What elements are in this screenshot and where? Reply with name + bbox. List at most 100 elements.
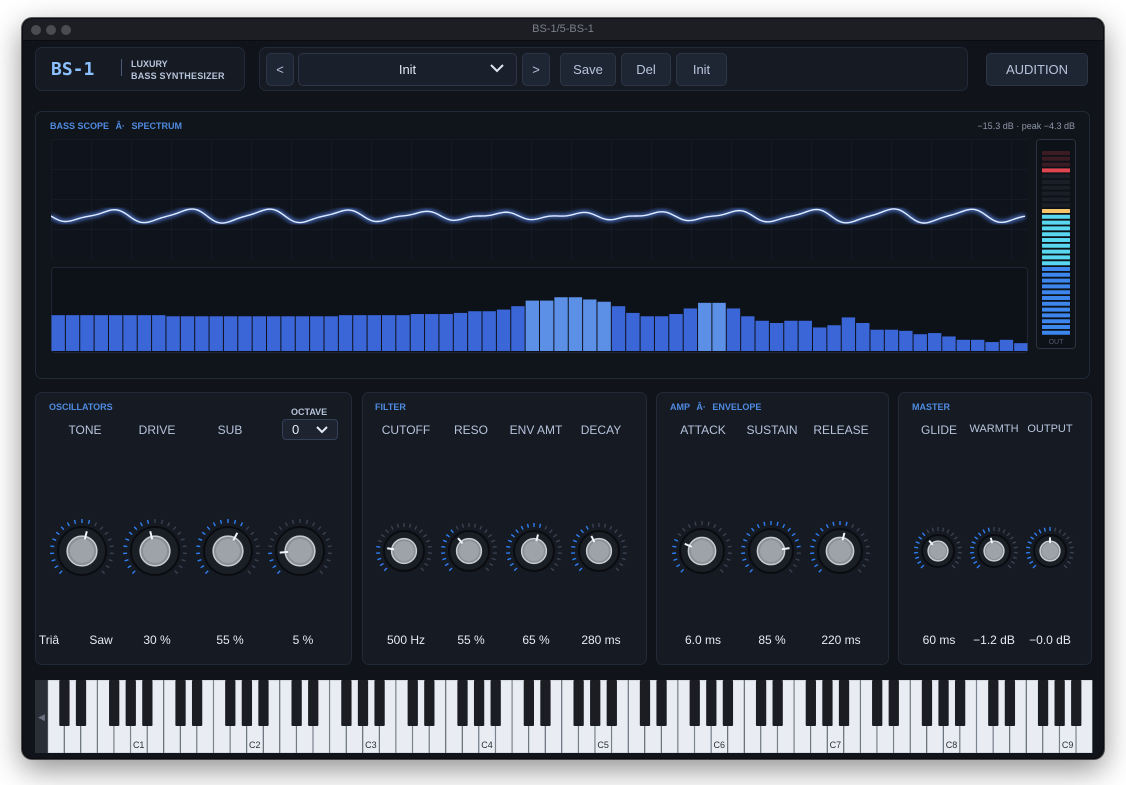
octave-key-label: C7: [830, 740, 842, 750]
black-key[interactable]: [59, 680, 70, 726]
black-key[interactable]: [1004, 680, 1016, 726]
octave-key-label: C9: [1062, 740, 1074, 750]
black-key[interactable]: [772, 680, 783, 726]
output-knob[interactable]: [1026, 527, 1074, 569]
decay-value: 280 ms: [581, 633, 621, 647]
meter-cell: [1042, 313, 1070, 318]
spectrum-bar: [568, 297, 583, 351]
spectrum-bar: [338, 315, 353, 351]
env-amt-knob[interactable]: [506, 523, 562, 572]
spectrum-bar: [51, 315, 65, 351]
meter-cell: [1042, 330, 1070, 335]
black-key[interactable]: [424, 680, 435, 726]
audition-button[interactable]: AUDITION: [986, 53, 1088, 86]
black-key[interactable]: [341, 680, 352, 726]
black-key[interactable]: [838, 680, 850, 726]
black-key[interactable]: [125, 680, 136, 726]
meter-cell: [1042, 267, 1070, 271]
black-key[interactable]: [241, 680, 253, 726]
octave-dropdown[interactable]: 0: [282, 419, 338, 440]
black-key[interactable]: [258, 680, 269, 726]
spectrum-bar: [640, 316, 654, 351]
black-key[interactable]: [308, 680, 319, 726]
black-key[interactable]: [938, 680, 949, 726]
black-key[interactable]: [706, 680, 717, 726]
black-key[interactable]: [75, 680, 87, 726]
spectrum-bar: [654, 316, 669, 351]
sustain-knob[interactable]: [741, 521, 801, 574]
black-key[interactable]: [590, 680, 601, 726]
spectrum-bar: [927, 333, 942, 351]
glide-knob[interactable]: [914, 527, 962, 569]
black-key[interactable]: [722, 680, 734, 726]
piano-keyboard[interactable]: ◀ C1 C2 C3 C4 C5 C6 C7 C8 C9: [35, 680, 1093, 753]
meter-cell: [1042, 238, 1070, 242]
black-key[interactable]: [490, 680, 501, 726]
black-key[interactable]: [755, 680, 767, 726]
black-key[interactable]: [142, 680, 153, 726]
title-bar: BS-1/5-BS-1: [23, 19, 1103, 41]
meter-cell: [1042, 162, 1070, 167]
black-key[interactable]: [872, 680, 883, 726]
spectrum-bar: [583, 299, 597, 351]
spectrum-bar: [425, 314, 439, 351]
attack-value: 6.0 ms: [684, 633, 721, 647]
next-preset-button[interactable]: >: [522, 53, 550, 86]
release-knob[interactable]: [810, 521, 870, 574]
master-title: MASTER: [912, 402, 950, 412]
save-button[interactable]: Save: [560, 53, 616, 86]
warmth-knob[interactable]: [970, 527, 1018, 569]
black-key[interactable]: [473, 680, 485, 726]
black-key[interactable]: [1054, 680, 1065, 726]
spectrum-bar: [137, 315, 152, 351]
attack-knob[interactable]: [672, 521, 732, 574]
black-key[interactable]: [291, 680, 302, 726]
black-key[interactable]: [988, 680, 999, 726]
black-key[interactable]: [639, 680, 651, 726]
reso-knob[interactable]: [441, 523, 497, 572]
black-key[interactable]: [407, 680, 418, 726]
spectrum-bar: [870, 329, 884, 351]
tone-value-a: Triâ: [38, 633, 60, 647]
delete-button[interactable]: Del: [621, 53, 671, 86]
meter-cell: [1042, 197, 1070, 202]
sub-knob[interactable]: [196, 519, 260, 576]
prev-preset-button[interactable]: <: [266, 53, 294, 86]
spectrum-bar: [971, 339, 985, 351]
sub-label: SUB: [217, 423, 243, 437]
preset-dropdown[interactable]: Init: [298, 53, 517, 86]
black-key[interactable]: [921, 680, 933, 726]
spectrum-bar: [683, 308, 698, 351]
black-key[interactable]: [374, 680, 385, 726]
black-key[interactable]: [822, 680, 833, 726]
osc4-knob[interactable]: [268, 519, 332, 576]
spectrum-bar: [827, 325, 841, 351]
cutoff-knob[interactable]: [376, 523, 432, 572]
black-key[interactable]: [606, 680, 617, 726]
black-key[interactable]: [954, 680, 966, 726]
black-key[interactable]: [191, 680, 203, 726]
black-key[interactable]: [1037, 680, 1049, 726]
black-key[interactable]: [888, 680, 899, 726]
black-key[interactable]: [689, 680, 700, 726]
drive-knob[interactable]: [123, 519, 187, 576]
tone-knob[interactable]: [50, 519, 114, 576]
black-key[interactable]: [540, 680, 551, 726]
black-key[interactable]: [805, 680, 816, 726]
meter-cell: [1042, 272, 1070, 277]
black-key[interactable]: [225, 680, 236, 726]
black-key[interactable]: [656, 680, 667, 726]
spectrum-bar: [712, 302, 726, 351]
black-key[interactable]: [175, 680, 186, 726]
decay-knob[interactable]: [571, 523, 627, 572]
black-key[interactable]: [573, 680, 584, 726]
black-key[interactable]: [1071, 680, 1082, 726]
black-key[interactable]: [523, 680, 534, 726]
spectrum-bar: [999, 339, 1014, 351]
scroll-left-icon: ◀: [38, 713, 45, 723]
black-key[interactable]: [457, 680, 468, 726]
black-key[interactable]: [109, 680, 120, 726]
attack-label: ATTACK: [680, 423, 726, 437]
black-key[interactable]: [357, 680, 369, 726]
init-button[interactable]: Init: [676, 53, 727, 86]
